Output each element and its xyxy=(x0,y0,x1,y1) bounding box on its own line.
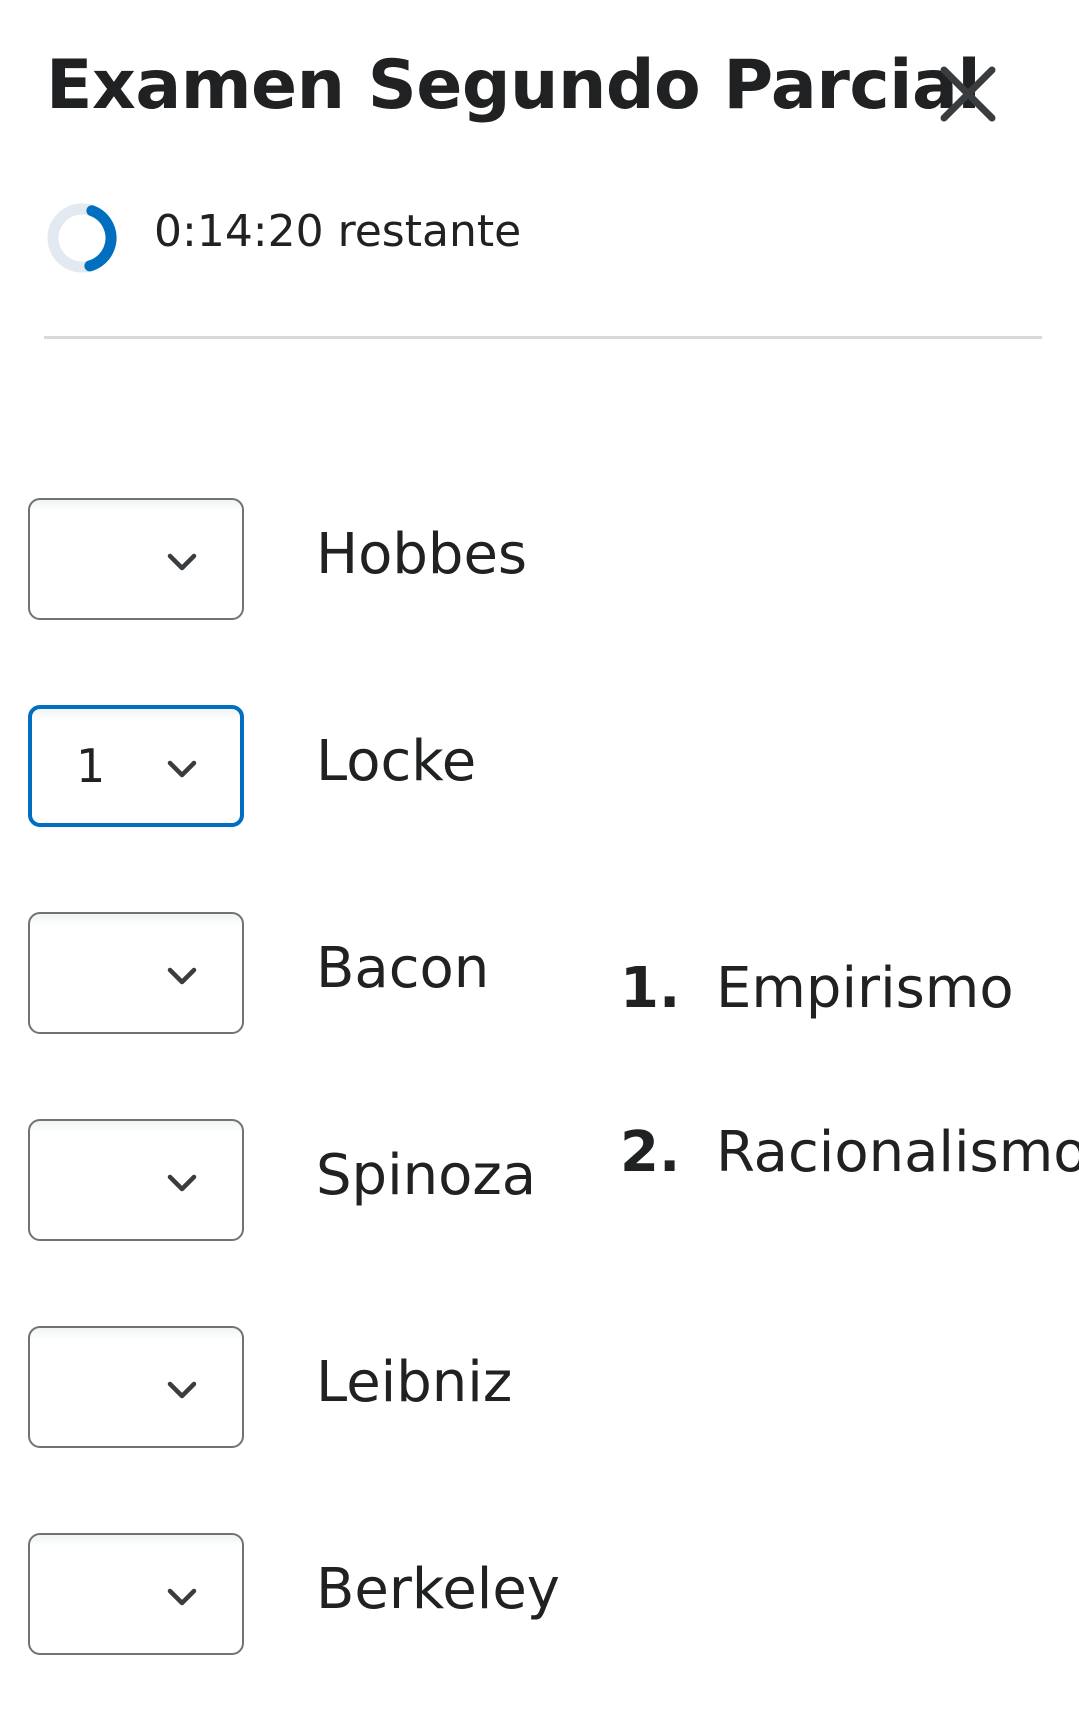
item-label: Berkeley xyxy=(316,1557,560,1622)
item-label: Bacon xyxy=(316,936,490,1001)
match-select-locke[interactable]: 1 xyxy=(28,705,244,827)
match-select-hobbes[interactable] xyxy=(28,498,244,620)
close-button[interactable] xyxy=(932,58,1004,130)
chevron-down-icon xyxy=(167,553,197,571)
time-remaining: 0:14:20 restante xyxy=(154,206,522,257)
item-label: Hobbes xyxy=(316,522,528,587)
match-select-spinoza[interactable] xyxy=(28,1119,244,1241)
item-label: Locke xyxy=(316,729,477,794)
item-label: Leibniz xyxy=(316,1350,513,1415)
choice-number: 2. xyxy=(620,1120,681,1185)
match-select-bacon[interactable] xyxy=(28,912,244,1034)
close-icon xyxy=(940,66,996,122)
choice-label: Empirismo xyxy=(716,956,1014,1021)
page-title: Examen Segundo Parcial xyxy=(46,46,981,125)
item-label: Spinoza xyxy=(316,1143,537,1208)
chevron-down-icon xyxy=(167,1588,197,1606)
header: Examen Segundo Parcial xyxy=(46,40,1036,140)
match-select-leibniz[interactable] xyxy=(28,1326,244,1448)
timer-progress-icon xyxy=(47,203,117,273)
chevron-down-icon xyxy=(167,1174,197,1192)
chevron-down-icon xyxy=(167,1381,197,1399)
choice-label: Racionalismo xyxy=(716,1120,1079,1185)
match-select-berkeley[interactable] xyxy=(28,1533,244,1655)
chevron-down-icon xyxy=(167,760,197,778)
choice-number: 1. xyxy=(620,956,681,1021)
divider xyxy=(44,336,1042,339)
select-value: 1 xyxy=(76,739,106,793)
chevron-down-icon xyxy=(167,967,197,985)
